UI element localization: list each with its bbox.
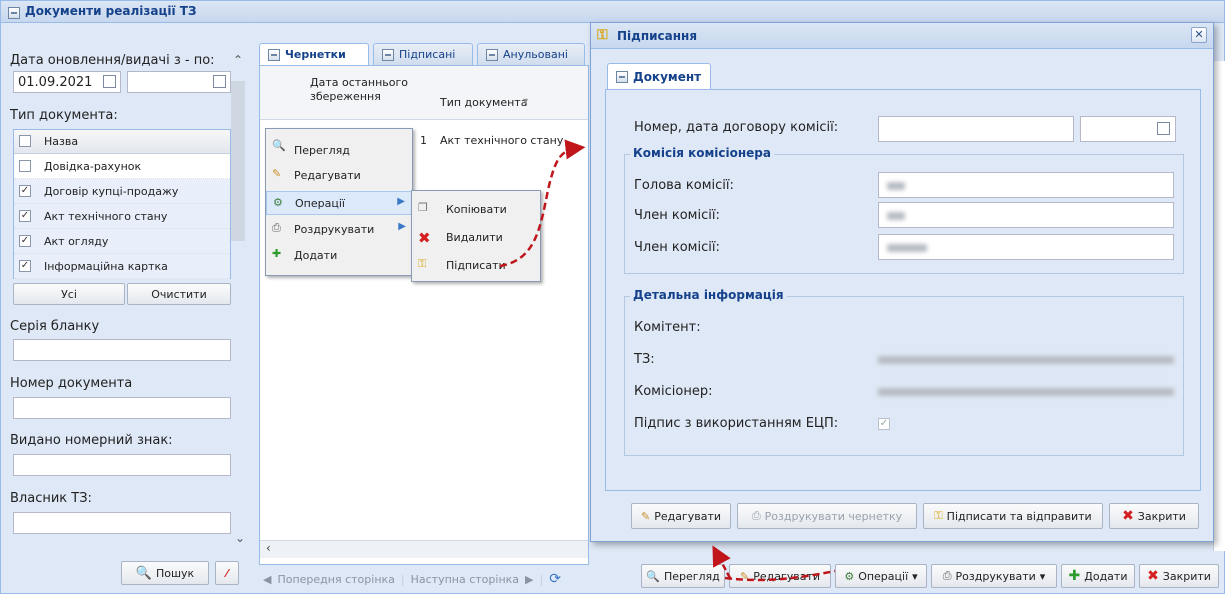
arrow-bottom-line bbox=[724, 569, 836, 582]
arrow-to-dialog bbox=[499, 139, 586, 268]
annotation-arrows bbox=[499, 139, 836, 582]
arrow-up-to-dialog bbox=[712, 545, 732, 579]
